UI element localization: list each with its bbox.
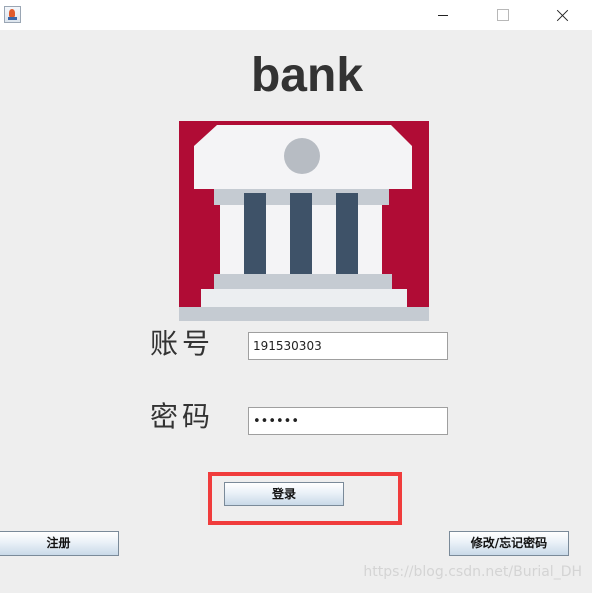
modify-password-button[interactable]: 修改/忘记密码 bbox=[449, 531, 569, 556]
account-input[interactable] bbox=[248, 332, 448, 360]
bank-building-icon bbox=[179, 121, 429, 321]
logo-step bbox=[201, 289, 407, 307]
register-button[interactable]: 注册 bbox=[0, 531, 119, 556]
close-icon[interactable] bbox=[540, 0, 586, 30]
logo-column bbox=[266, 205, 290, 274]
logo-column bbox=[244, 193, 266, 274]
app-title: bank bbox=[250, 49, 364, 102]
logo-column bbox=[358, 205, 382, 274]
window-titlebar bbox=[0, 0, 592, 30]
logo-step bbox=[179, 307, 429, 321]
maximize-icon[interactable] bbox=[480, 0, 526, 30]
login-window: bank 账号 密码 登录 注册 修改/忘记密码 https://blog.cs… bbox=[0, 0, 592, 593]
login-button[interactable]: 登录 bbox=[224, 482, 344, 506]
logo-column-base bbox=[214, 274, 392, 289]
minimize-icon[interactable] bbox=[420, 0, 466, 30]
password-input[interactable] bbox=[248, 407, 448, 435]
logo-column bbox=[220, 205, 244, 274]
logo-column bbox=[336, 193, 358, 274]
logo-column bbox=[290, 193, 312, 274]
account-label: 账号 bbox=[150, 327, 215, 360]
watermark: https://blog.csdn.net/Burial_DH bbox=[363, 564, 582, 580]
java-icon bbox=[4, 6, 21, 23]
logo-column bbox=[312, 205, 336, 274]
logo-roof-circle bbox=[284, 138, 320, 174]
password-label: 密码 bbox=[150, 400, 215, 433]
